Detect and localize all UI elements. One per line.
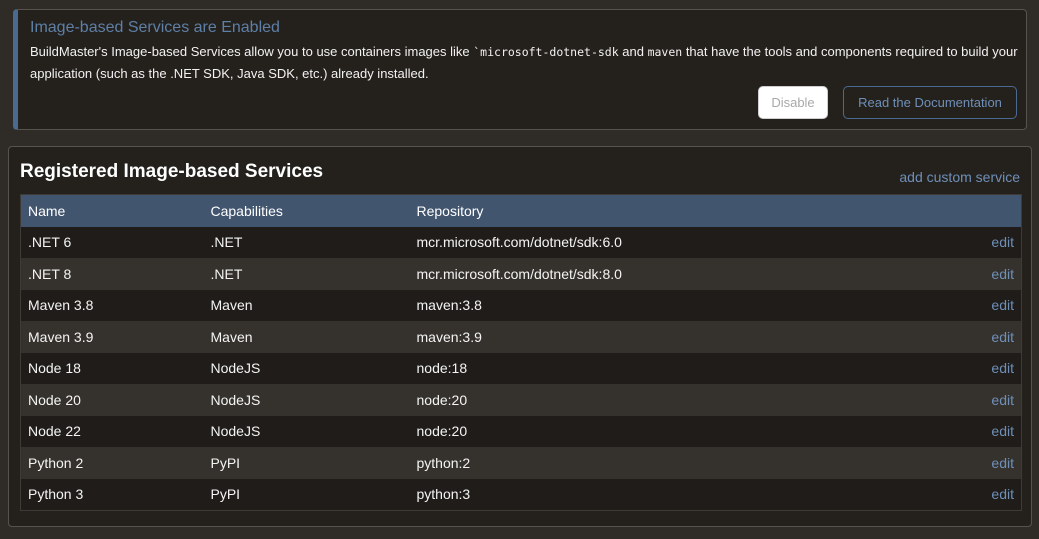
table-row: Node 22 NodeJS node:20 edit bbox=[20, 415, 1022, 448]
panel-title: Registered Image-based Services bbox=[20, 161, 324, 182]
cell-capabilities: Maven bbox=[210, 328, 253, 345]
cell-name: Python 2 bbox=[28, 454, 84, 471]
cell-capabilities: NodeJS bbox=[210, 391, 261, 408]
cell-name: .NET 8 bbox=[28, 265, 72, 282]
edit-link[interactable]: edit bbox=[933, 227, 1021, 259]
column-header-repository: Repository bbox=[416, 202, 484, 219]
registered-services-panel: Registered Image-based Services add cust… bbox=[8, 146, 1032, 527]
cell-capabilities: Maven bbox=[210, 297, 253, 314]
cell-repository: mcr.microsoft.com/dotnet/sdk:6.0 bbox=[416, 234, 622, 251]
read-documentation-button[interactable]: Read the Documentation bbox=[843, 86, 1017, 119]
cell-repository: python:2 bbox=[416, 454, 471, 471]
notice-text-mid: and bbox=[618, 44, 648, 59]
edit-link[interactable]: edit bbox=[933, 447, 1021, 479]
cell-capabilities: PyPI bbox=[210, 486, 241, 502]
table-row: .NET 6 .NET mcr.microsoft.com/dotnet/sdk:6… bbox=[20, 226, 1022, 259]
edit-link[interactable]: edit bbox=[933, 290, 1021, 322]
table-row: Python 2 PyPI python:2 edit bbox=[20, 447, 1022, 479]
edit-link[interactable]: edit bbox=[933, 321, 1021, 353]
cell-name: Node 22 bbox=[28, 423, 81, 440]
disable-button[interactable]: Disable bbox=[758, 86, 828, 119]
cell-name: .NET 6 bbox=[28, 234, 72, 251]
cell-repository: python:3 bbox=[416, 486, 471, 502]
notice-text: BuildMaster's Image-based Services allow… bbox=[30, 41, 1020, 84]
table-row: Maven 3.9 Maven maven:3.9 edit bbox=[20, 321, 1022, 353]
cell-capabilities: PyPI bbox=[210, 454, 241, 471]
cell-name: Maven 3.8 bbox=[28, 297, 94, 314]
services-table: Name Capabilities Repository .NET 6 .NET m… bbox=[20, 194, 1022, 511]
notice-code-maven: maven bbox=[647, 45, 683, 59]
cell-repository: node:20 bbox=[416, 391, 468, 408]
notice-text-before: BuildMaster's Image-based Services allow… bbox=[30, 44, 474, 59]
column-header-capabilities: Capabilities bbox=[210, 202, 283, 219]
cell-name: Maven 3.9 bbox=[28, 328, 94, 345]
cell-repository: maven:3.8 bbox=[416, 297, 482, 314]
cell-capabilities: NodeJS bbox=[210, 360, 261, 377]
notice-code-dotnet: `microsoft-dotnet-sdk bbox=[473, 45, 619, 59]
cell-name: Python 3 bbox=[28, 486, 84, 502]
edit-link[interactable]: edit bbox=[933, 258, 1021, 290]
column-header-actions bbox=[933, 195, 1021, 227]
notice-title: Image-based Services are Enabled bbox=[30, 19, 280, 36]
column-header-name: Name bbox=[28, 202, 66, 219]
image-services-notice: Image-based Services are Enabled BuildMa… bbox=[13, 9, 1027, 130]
cell-capabilities: NodeJS bbox=[210, 423, 261, 440]
cell-name: Node 20 bbox=[28, 391, 81, 408]
cell-repository: node:18 bbox=[416, 360, 468, 377]
cell-capabilities: .NET bbox=[210, 265, 243, 282]
cell-repository: node:20 bbox=[416, 423, 468, 440]
edit-link[interactable]: edit bbox=[933, 479, 1021, 511]
edit-link[interactable]: edit bbox=[933, 353, 1021, 385]
cell-repository: maven:3.9 bbox=[416, 328, 482, 345]
cell-repository: mcr.microsoft.com/dotnet/sdk:8.0 bbox=[416, 265, 622, 282]
add-custom-service-link[interactable]: add custom service bbox=[899, 169, 1020, 185]
table-row: Node 18 NodeJS node:18 edit bbox=[20, 352, 1022, 385]
table-header-row: Name Capabilities Repository bbox=[20, 194, 1022, 227]
table-row: Python 3 PyPI python:3 edit bbox=[20, 478, 1022, 511]
edit-link[interactable]: edit bbox=[933, 416, 1021, 448]
cell-name: Node 18 bbox=[28, 360, 81, 377]
table-row: Maven 3.8 Maven maven:3.8 edit bbox=[20, 289, 1022, 322]
cell-capabilities: .NET bbox=[210, 234, 243, 251]
edit-link[interactable]: edit bbox=[933, 384, 1021, 416]
table-row: .NET 8 .NET mcr.microsoft.com/dotnet/sdk:8… bbox=[20, 258, 1022, 290]
table-row: Node 20 NodeJS node:20 edit bbox=[20, 384, 1022, 416]
